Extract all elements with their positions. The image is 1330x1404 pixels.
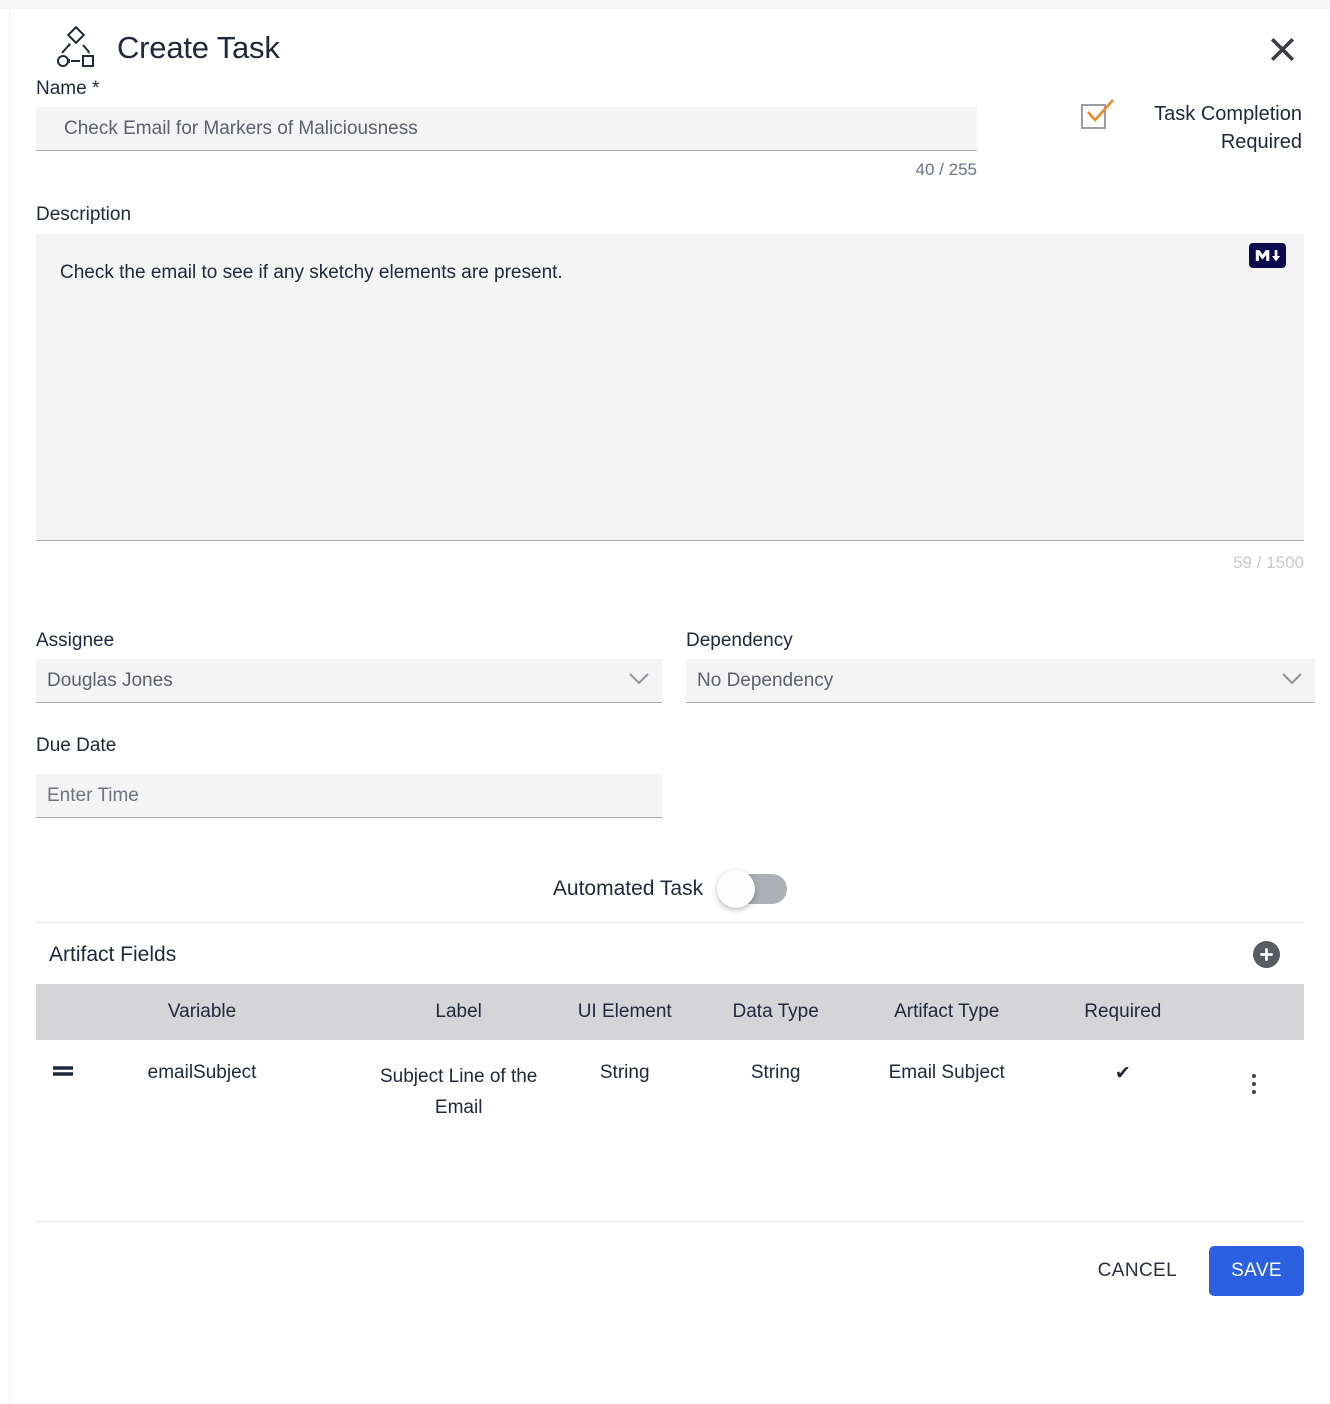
assignee-select[interactable]: Douglas Jones — [36, 659, 662, 703]
dependency-value: No Dependency — [697, 669, 834, 691]
checkbox-box[interactable] — [1081, 99, 1114, 129]
due-date-field-group: Due Date Enter Time — [36, 735, 1304, 818]
assignee-value: Douglas Jones — [47, 669, 173, 691]
cell-artifact-type: Email Subject — [888, 1062, 1005, 1083]
cell-variable: emailSubject — [36, 1040, 368, 1124]
plus-icon — [1260, 948, 1273, 961]
markdown-icon — [1249, 243, 1286, 268]
checkmark-icon — [1087, 99, 1114, 122]
description-label: Description — [36, 204, 132, 225]
chevron-down-icon[interactable] — [628, 672, 650, 686]
drag-handle-icon[interactable] — [52, 1064, 74, 1078]
cancel-button[interactable]: CANCEL — [1088, 1248, 1187, 1294]
dependency-field-group: Dependency No Dependency — [686, 630, 1315, 703]
cell-variable-text: emailSubject — [147, 1062, 257, 1083]
due-date-input[interactable]: Enter Time — [36, 774, 662, 818]
name-field-group: Name * 40 / 255 — [36, 78, 977, 180]
description-counter: 59 / 1500 — [1233, 553, 1304, 572]
name-counter: 40 / 255 — [915, 160, 977, 179]
modal-backdrop-strip — [0, 0, 1330, 9]
dependency-label: Dependency — [686, 630, 793, 651]
column-header-ui-element: UI Element — [577, 1001, 672, 1022]
column-header-variable: Variable — [167, 1001, 237, 1022]
artifact-fields-header: Artifact Fields — [36, 923, 1304, 984]
assignee-dependency-row: Assignee Douglas Jones Dependency No Dep… — [36, 630, 1315, 703]
column-header-data-type: Data Type — [732, 1001, 819, 1022]
cell-required-check: ✔ — [1114, 1063, 1131, 1084]
name-label: Name * — [36, 78, 100, 99]
close-icon[interactable] — [1262, 29, 1302, 69]
dialog-footer: CANCEL SAVE — [36, 1222, 1304, 1296]
task-completion-group: Task Completion Required — [977, 78, 1304, 157]
column-header-artifact-type: Artifact Type — [894, 1001, 1000, 1022]
task-completion-label: Task Completion Required — [1116, 100, 1302, 157]
task-completion-label-line1: Task Completion — [1154, 103, 1302, 125]
due-date-label: Due Date — [36, 735, 117, 756]
artifact-fields-title: Artifact Fields — [49, 942, 177, 966]
table-header-row: Variable Label UI Element Data Type Arti… — [36, 984, 1304, 1040]
cell-data-type: String — [750, 1062, 801, 1083]
dependency-select[interactable]: No Dependency — [686, 659, 1315, 703]
assignee-field-group: Assignee Douglas Jones — [36, 630, 662, 703]
automated-task-toggle[interactable] — [717, 870, 788, 908]
automated-task-row: Automated Task — [36, 870, 1304, 923]
name-input[interactable] — [36, 107, 977, 151]
kebab-menu-icon[interactable] — [1248, 1070, 1260, 1098]
task-completion-checkbox[interactable]: Task Completion Required — [1081, 99, 1302, 157]
automated-task-label: Automated Task — [552, 877, 704, 900]
description-field-group: Description Check the email to see if an… — [36, 204, 1304, 573]
column-header-label: Label — [435, 1001, 482, 1022]
due-date-placeholder: Enter Time — [47, 784, 139, 806]
cell-ui-element: String — [599, 1062, 650, 1083]
description-text: Check the email to see if any sketchy el… — [60, 262, 563, 283]
assignee-label: Assignee — [36, 630, 115, 651]
task-completion-label-line2: Required — [1220, 131, 1302, 154]
column-header-menu — [1203, 984, 1304, 1040]
dialog-header: Create Task — [36, 9, 1304, 71]
toggle-knob — [717, 870, 756, 908]
cell-label: Subject Line of the Email — [379, 1066, 538, 1118]
name-and-completion-row: Name * 40 / 255 Task Completion Required — [36, 78, 1304, 180]
column-header-required: Required — [1084, 1001, 1162, 1022]
page-title: Create Task — [117, 30, 280, 65]
create-task-dialog: Create Task Name * 40 / 255 Task Complet… — [9, 9, 1330, 1404]
add-artifact-field-button[interactable] — [1253, 941, 1280, 968]
chevron-down-icon[interactable] — [1281, 672, 1303, 686]
table-row[interactable]: emailSubject Subject Line of the Email S… — [36, 1040, 1304, 1124]
workflow-icon — [53, 25, 99, 71]
description-textarea[interactable]: Check the email to see if any sketchy el… — [36, 234, 1304, 541]
artifact-fields-table: Variable Label UI Element Data Type Arti… — [36, 984, 1304, 1124]
save-button[interactable]: SAVE — [1209, 1245, 1304, 1296]
cell-row-menu — [1203, 1040, 1304, 1124]
